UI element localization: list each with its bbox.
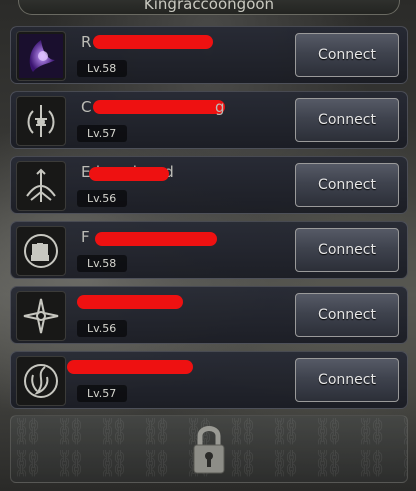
name-redaction — [93, 100, 225, 114]
padlock-icon — [192, 420, 226, 480]
character-level: Lv.57 — [77, 125, 127, 142]
name-redaction — [89, 167, 169, 181]
character-slot-5[interactable]: Lv.56 Connect — [10, 286, 408, 344]
character-name-tail: g — [215, 98, 225, 116]
character-slot-1[interactable]: R Lv.58 Connect — [10, 26, 408, 84]
name-redaction — [67, 360, 193, 374]
account-name-tab: Kingraccoongoon — [18, 0, 400, 15]
connect-button[interactable]: Connect — [295, 98, 399, 142]
name-redaction — [95, 232, 217, 246]
character-level: Lv.58 — [77, 60, 127, 77]
character-level: Lv.56 — [77, 320, 127, 337]
name-redaction — [77, 295, 183, 309]
connect-button[interactable]: Connect — [295, 163, 399, 207]
connect-button[interactable]: Connect — [295, 293, 399, 337]
character-level: Lv.58 — [77, 255, 127, 272]
shuriken-icon — [16, 291, 66, 341]
character-slot-3[interactable]: Edwardward Lv.56 Connect — [10, 156, 408, 214]
character-name: R — [81, 33, 92, 51]
archer-bow-icon — [16, 161, 66, 211]
character-level: Lv.56 — [77, 190, 127, 207]
name-redaction — [93, 35, 213, 49]
character-name: C — [81, 98, 92, 116]
account-name: Kingraccoongoon — [143, 0, 275, 13]
connect-button[interactable]: Connect — [295, 33, 399, 77]
dark-knight-crest-icon — [16, 96, 66, 146]
locked-character-slot[interactable]: ⛓⛓⛓⛓⛓⛓⛓⛓⛓⛓⛓⛓⛓⛓⛓⛓⛓⛓⛓⛓ — [10, 415, 408, 483]
flame-spirit-icon — [16, 356, 66, 406]
character-level: Lv.57 — [77, 385, 127, 402]
purple-mage-icon — [16, 31, 66, 81]
character-slot-4[interactable]: F Lv.58 Connect — [10, 221, 408, 279]
character-slot-6[interactable]: K Lv.57 Connect — [10, 351, 408, 409]
connect-button[interactable]: Connect — [295, 358, 399, 402]
connect-button[interactable]: Connect — [295, 228, 399, 272]
character-slot-2[interactable]: C g Lv.57 Connect — [10, 91, 408, 149]
fist-shield-icon — [16, 226, 66, 276]
character-name: F — [81, 228, 90, 246]
